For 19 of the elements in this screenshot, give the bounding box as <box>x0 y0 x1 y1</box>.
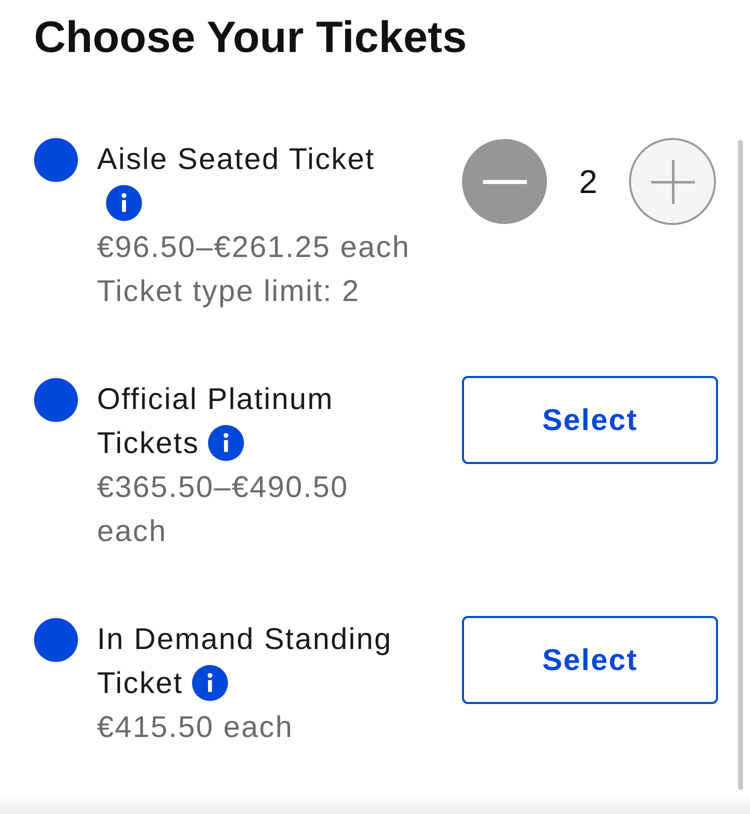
page-title: Choose Your Tickets <box>34 12 467 64</box>
ticket-quantity: 2 <box>579 162 598 202</box>
plus-icon <box>650 160 695 204</box>
ticket-name: Aisle Seated Ticket <box>97 143 375 176</box>
ticket-name: In Demand Standing <box>97 623 392 656</box>
info-icon[interactable] <box>192 665 228 702</box>
info-icon[interactable] <box>106 185 142 222</box>
ticket-price: €365.50–€490.50 each <box>97 470 350 550</box>
info-icon[interactable] <box>208 425 244 462</box>
ticket-name: Ticket <box>97 667 184 700</box>
ticket-name: Official Platinum <box>97 383 334 416</box>
ticket-price: €415.50 each <box>97 710 294 746</box>
minus-icon <box>482 180 526 184</box>
select-button[interactable]: Select <box>462 616 718 704</box>
select-button[interactable]: Select <box>462 376 718 464</box>
ticket-price: €96.50–€261.25 each <box>97 230 412 266</box>
ticket-name: Tickets <box>97 427 200 460</box>
scrollbar[interactable] <box>738 140 743 790</box>
ticket-limit: Ticket type limit: 2 <box>97 274 361 310</box>
